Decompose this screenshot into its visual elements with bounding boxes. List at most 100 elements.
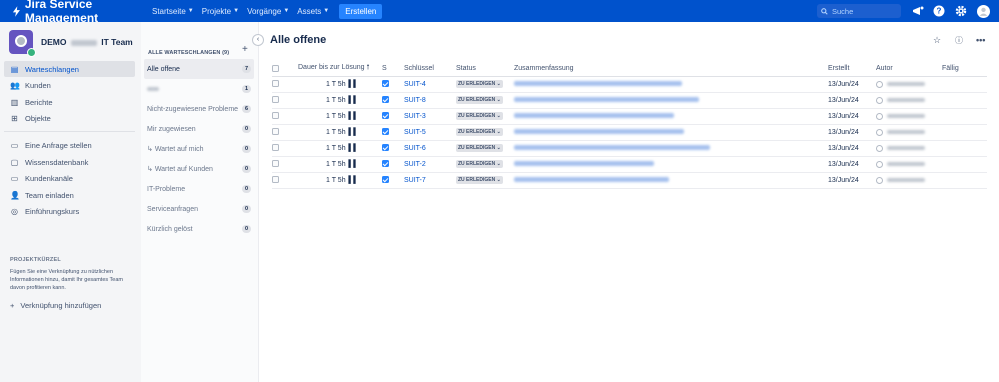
table-row[interactable]: 1 T 5h ▍▍ SUIT-2 ZU ERLEDIGEN ⌄ 13/Jun/24 — [272, 156, 987, 173]
row-checkbox[interactable] — [272, 80, 279, 88]
project-avatar-inner — [15, 35, 27, 47]
project-header[interactable]: DEMO IT Team — [9, 30, 133, 57]
status-badge[interactable]: ZU ERLEDIGEN ⌄ — [456, 80, 503, 88]
select-all-checkbox[interactable] — [272, 65, 279, 73]
sidebar-item-objects[interactable]: ⊞ Objekte — [4, 111, 135, 127]
add-shortcut-button[interactable]: + Verknüpfung hinzufügen — [10, 301, 101, 310]
table-row[interactable]: 1 T 5h ▍▍ SUIT-3 ZU ERLEDIGEN ⌄ 13/Jun/24 — [272, 108, 987, 125]
chevron-down-icon: ⌄ — [496, 145, 501, 151]
sidebar-item-queues[interactable]: ▤ Warteschlangen — [4, 61, 135, 77]
issue-key-link[interactable]: SUIT-6 — [404, 145, 426, 152]
nav-projekte[interactable]: Projekte ▼ — [202, 7, 239, 16]
sidebar-nav: ▤ Warteschlangen 👥 Kunden ▥ Berichte ⊞ Objek… — [4, 61, 135, 220]
queue-item[interactable]: IT-Probleme 0 — [144, 179, 254, 199]
user-avatar-icon[interactable] — [976, 4, 990, 18]
queues-panel: ALLE WARTESCHLANGEN (9) + Alle offene 7 1… — [141, 22, 259, 382]
nav-assets[interactable]: Assets ▼ — [297, 7, 329, 16]
help-icon[interactable]: ? — [932, 4, 946, 18]
s-checkbox[interactable] — [382, 112, 389, 120]
s-checkbox[interactable] — [382, 96, 389, 104]
issue-key-link[interactable]: SUIT-5 — [404, 129, 426, 136]
sla-value: 1 T 5h — [326, 145, 346, 152]
notifications-icon[interactable] — [911, 4, 925, 18]
table-row[interactable]: 1 T 5h ▍▍ SUIT-8 ZU ERLEDIGEN ⌄ 13/Jun/24 — [272, 92, 987, 109]
column-header-author[interactable]: Autor — [876, 62, 942, 77]
table-row[interactable]: 1 T 5h ▍▍ SUIT-5 ZU ERLEDIGEN ⌄ 13/Jun/24 — [272, 124, 987, 141]
plus-icon: + — [10, 301, 15, 310]
author-avatar-icon — [876, 112, 883, 120]
column-header-status[interactable]: Status — [456, 62, 514, 77]
queue-count: 6 — [241, 105, 251, 113]
issue-key-link[interactable]: SUIT-4 — [404, 81, 426, 88]
sidebar-item-raise-request[interactable]: ▭ Eine Anfrage stellen — [4, 138, 135, 154]
row-checkbox[interactable] — [272, 128, 279, 136]
queue-count: 0 — [241, 145, 251, 153]
summary-redacted[interactable] — [514, 81, 682, 87]
queue-item[interactable]: ↳ Wartet auf Kunden 0 — [144, 159, 254, 179]
status-badge[interactable]: ZU ERLEDIGEN ⌄ — [456, 176, 503, 184]
queue-item[interactable]: Serviceanfragen 0 — [144, 199, 254, 219]
sidebar-item-onboarding[interactable]: ◎ Einführungskurs — [4, 204, 135, 220]
project-sidebar: DEMO IT Team ▤ Warteschlangen 👥 Kunden ▥ Be… — [0, 22, 141, 382]
queue-item[interactable]: Alle offene 7 — [144, 59, 254, 79]
more-icon[interactable]: ••• — [976, 35, 985, 45]
summary-redacted[interactable] — [514, 113, 674, 119]
issue-key-link[interactable]: SUIT-2 — [404, 161, 426, 168]
queue-item[interactable]: Mir zugewiesen 0 — [144, 119, 254, 139]
row-checkbox[interactable] — [272, 96, 279, 104]
sidebar-item-reports[interactable]: ▥ Berichte — [4, 94, 135, 110]
status-badge[interactable]: ZU ERLEDIGEN ⌄ — [456, 96, 503, 104]
s-checkbox[interactable] — [382, 80, 389, 88]
column-header-summary[interactable]: Zusammenfassung — [514, 62, 828, 77]
row-checkbox[interactable] — [272, 144, 279, 152]
summary-redacted[interactable] — [514, 177, 669, 183]
subqueue-icon: ↳ — [147, 146, 155, 153]
settings-gear-icon[interactable] — [954, 4, 968, 18]
summary-redacted[interactable] — [514, 97, 699, 103]
info-icon[interactable]: ⓘ — [955, 35, 963, 46]
s-checkbox[interactable] — [382, 128, 389, 136]
column-header-due[interactable]: Fällig — [942, 62, 987, 77]
s-checkbox[interactable] — [382, 144, 389, 152]
status-badge[interactable]: ZU ERLEDIGEN ⌄ — [456, 144, 503, 152]
issue-key-link[interactable]: SUIT-7 — [404, 177, 426, 184]
column-header-created[interactable]: Erstellt — [828, 62, 876, 77]
star-icon[interactable]: ☆ — [933, 35, 941, 46]
row-checkbox[interactable] — [272, 112, 279, 120]
summary-redacted[interactable] — [514, 161, 654, 167]
summary-redacted[interactable] — [514, 145, 710, 151]
sidebar-item-channels[interactable]: ▭ Kundenkanäle — [4, 171, 135, 187]
onboarding-icon: ◎ — [11, 207, 18, 216]
queue-item[interactable]: Kürzlich gelöst 0 — [144, 219, 254, 239]
row-checkbox[interactable] — [272, 176, 279, 184]
create-button[interactable]: Erstellen — [339, 3, 383, 19]
summary-redacted[interactable] — [514, 129, 684, 135]
sidebar-item-customers[interactable]: 👥 Kunden — [4, 78, 135, 94]
queue-item[interactable]: Nicht-zugewiesene Probleme 6 — [144, 99, 254, 119]
status-badge[interactable]: ZU ERLEDIGEN ⌄ — [456, 160, 503, 168]
column-header-key[interactable]: Schlüssel — [404, 62, 456, 77]
sidebar-item-invite-team[interactable]: 👤 Team einladen — [4, 187, 135, 203]
add-queue-plus-icon[interactable]: + — [242, 44, 248, 55]
table-row[interactable]: 1 T 5h ▍▍ SUIT-6 ZU ERLEDIGEN ⌄ 13/Jun/24 — [272, 140, 987, 157]
sidebar-item-knowledge-base[interactable]: ▢ Wissensdatenbank — [4, 154, 135, 170]
table-row[interactable]: 1 T 5h ▍▍ SUIT-4 ZU ERLEDIGEN ⌄ 13/Jun/24 — [272, 76, 987, 93]
queue-item[interactable]: ↳ Wartet auf mich 0 — [144, 139, 254, 159]
issue-key-link[interactable]: SUIT-8 — [404, 97, 426, 104]
nav-vorgaenge[interactable]: Vorgänge ▼ — [247, 7, 289, 16]
status-badge[interactable]: ZU ERLEDIGEN ⌄ — [456, 128, 503, 136]
s-checkbox[interactable] — [382, 160, 389, 168]
collapse-panel-button[interactable]: ‹ — [252, 34, 264, 46]
issue-key-link[interactable]: SUIT-3 — [404, 113, 426, 120]
chevron-down-icon: ▼ — [233, 8, 240, 14]
nav-startseite[interactable]: Startseite ▼ — [152, 7, 194, 16]
search-input[interactable]: Suche — [817, 4, 901, 18]
row-checkbox[interactable] — [272, 160, 279, 168]
status-badge[interactable]: ZU ERLEDIGEN ⌄ — [456, 112, 503, 120]
table-row[interactable]: 1 T 5h ▍▍ SUIT-7 ZU ERLEDIGEN ⌄ 13/Jun/24 — [272, 172, 987, 189]
column-header-s[interactable]: S — [382, 62, 404, 77]
s-checkbox[interactable] — [382, 176, 389, 184]
column-header-sla[interactable]: Dauer bis zur Lösung 🠕 — [288, 62, 382, 77]
raise-request-icon: ▭ — [10, 141, 19, 150]
queue-item[interactable]: 1 — [144, 79, 254, 99]
